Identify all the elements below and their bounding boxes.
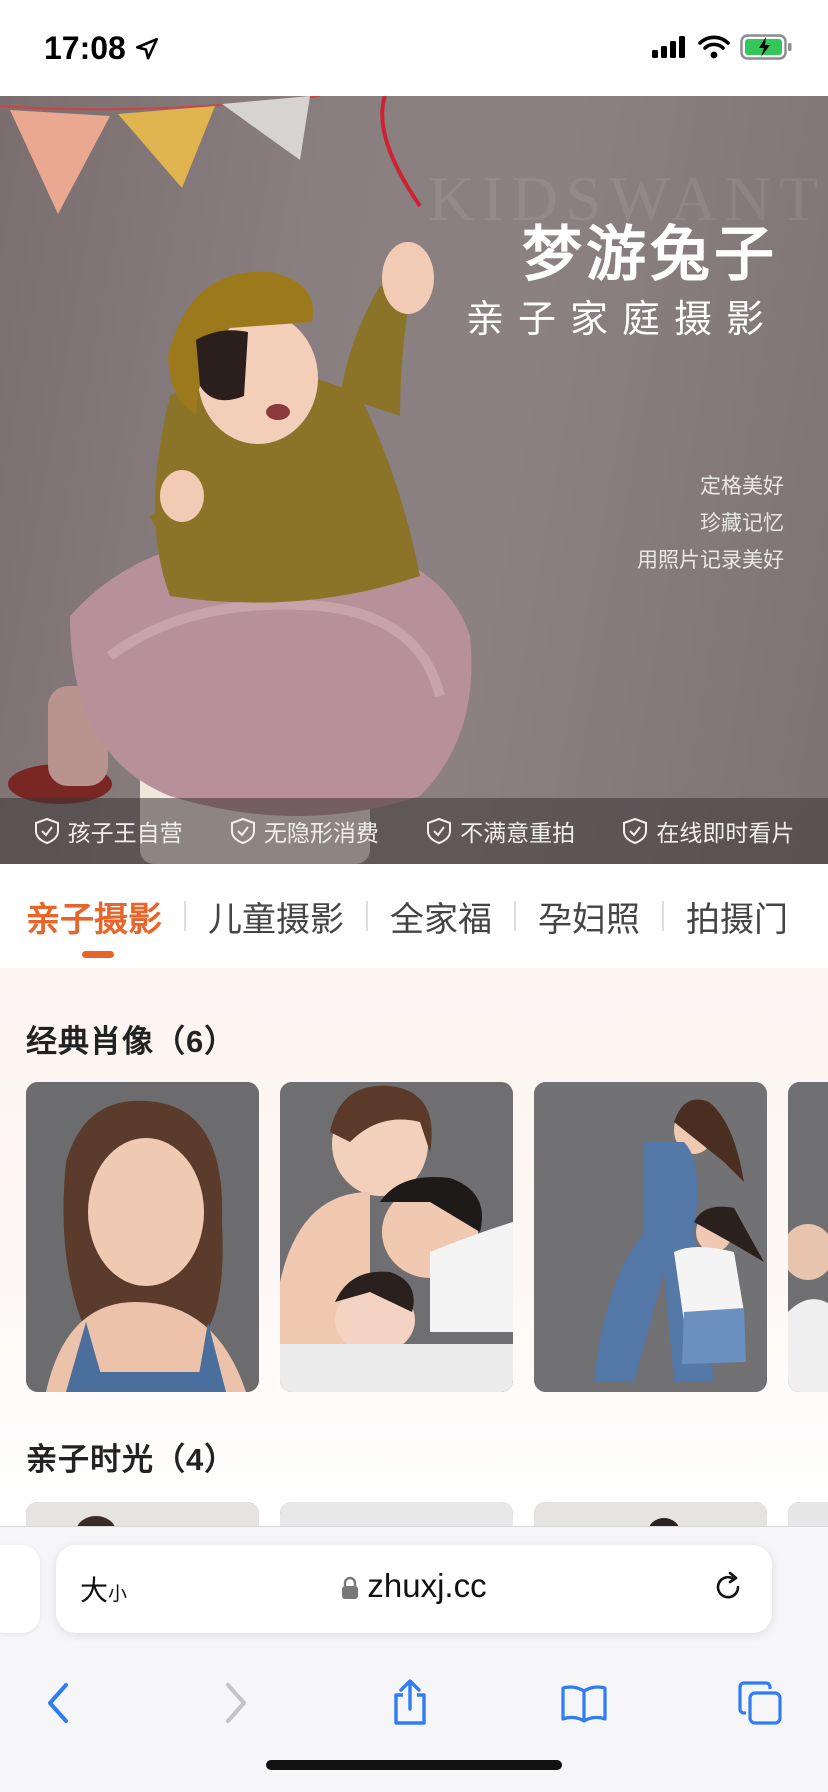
status-bar: 17:08: [0, 0, 828, 96]
portrait-photo: [534, 1082, 767, 1392]
battery-charging-icon: [740, 34, 792, 60]
previous-tab-card[interactable]: [0, 1545, 40, 1633]
guarantee-badge: 在线即时看片: [622, 814, 794, 848]
url-display: zhuxj.cc: [56, 1567, 772, 1605]
tabs-icon: [738, 1681, 782, 1725]
guarantee-badge: 孩子王自营: [34, 814, 183, 848]
guarantee-badge: 无隐形消费: [230, 814, 379, 848]
portrait-photo: [788, 1082, 828, 1392]
shield-check-icon: [427, 817, 452, 845]
address-bar[interactable]: 大小 zhuxj.cc: [56, 1545, 772, 1633]
tab-children[interactable]: 儿童摄影: [186, 892, 366, 941]
chevron-left-icon: [48, 1683, 68, 1723]
shield-check-icon: [230, 817, 255, 845]
bookmarks-button[interactable]: [560, 1679, 608, 1727]
home-indicator: [266, 1760, 562, 1770]
guarantee-badge-label: 在线即时看片: [656, 820, 795, 846]
hero-banner[interactable]: KIDSWANT 梦游兔子 亲子家庭摄影 定格美好 珍藏记忆 用照片记录美好 孩…: [0, 96, 828, 864]
tab-studio[interactable]: 拍摄门: [664, 892, 810, 941]
guarantee-badge-label: 无隐形消费: [263, 820, 379, 846]
tab-family[interactable]: 全家福: [368, 892, 514, 941]
portrait-thumbnail[interactable]: [534, 1502, 767, 1528]
portrait-photo: [26, 1082, 259, 1392]
forward-button[interactable]: [212, 1679, 260, 1727]
status-time: 17:08: [44, 30, 126, 66]
hero-subtitle: 亲子家庭摄影: [465, 297, 778, 341]
url-text: zhuxj.cc: [367, 1567, 487, 1604]
share-button[interactable]: [386, 1679, 434, 1727]
chevron-right-icon: [226, 1683, 246, 1723]
hero-slogan-2: 珍藏记忆: [700, 512, 784, 535]
section-title: 亲子时光（4）: [26, 1442, 237, 1477]
lock-icon: [342, 1577, 359, 1600]
portrait-thumbnail[interactable]: [534, 1082, 767, 1392]
share-icon: [394, 1679, 426, 1725]
active-tab-indicator: [82, 951, 114, 958]
guarantee-bar: 孩子王自营 无隐形消费 不满意重拍 在线即时看片: [0, 798, 828, 864]
category-tabs: 亲子摄影 儿童摄影 全家福 孕妇照 拍摄门: [0, 864, 828, 968]
book-icon: [561, 1685, 607, 1723]
portrait-thumbnail[interactable]: [788, 1502, 828, 1528]
browser-bottom-bar: 大小 zhuxj.cc: [0, 1526, 828, 1792]
guarantee-badge-label: 不满意重拍: [460, 820, 576, 846]
portrait-thumbnail[interactable]: [280, 1502, 513, 1528]
tab-maternity[interactable]: 孕妇照: [516, 892, 662, 941]
hero-slogan-3: 用照片记录美好: [637, 549, 784, 572]
portrait-thumbnail[interactable]: [280, 1082, 513, 1392]
back-button[interactable]: [34, 1679, 82, 1727]
shield-check-icon: [34, 817, 59, 845]
hero-title: 梦游兔子: [522, 220, 778, 290]
status-indicators: [652, 34, 794, 60]
cellular-signal-icon: [652, 36, 685, 58]
portrait-thumbnail[interactable]: [26, 1082, 259, 1392]
wifi-icon: [698, 35, 730, 59]
tab-parent-child[interactable]: 亲子摄影: [26, 892, 184, 941]
reload-icon[interactable]: [710, 1569, 746, 1605]
browser-toolbar: [0, 1653, 828, 1753]
tabs-button[interactable]: [736, 1679, 784, 1727]
gallery-content: 经典肖像（6） 亲子时光（4）: [0, 968, 828, 1528]
hero-slogan-1: 定格美好: [700, 475, 784, 498]
location-arrow-icon: [135, 37, 159, 60]
section-title: 经典肖像（6）: [26, 1024, 237, 1059]
guarantee-badge-label: 孩子王自营: [67, 820, 183, 846]
portrait-thumbnail[interactable]: [26, 1502, 259, 1528]
portrait-thumbnail[interactable]: [788, 1082, 828, 1392]
guarantee-badge: 不满意重拍: [426, 814, 575, 848]
shield-check-icon: [623, 817, 648, 845]
portrait-photo: [280, 1082, 513, 1392]
